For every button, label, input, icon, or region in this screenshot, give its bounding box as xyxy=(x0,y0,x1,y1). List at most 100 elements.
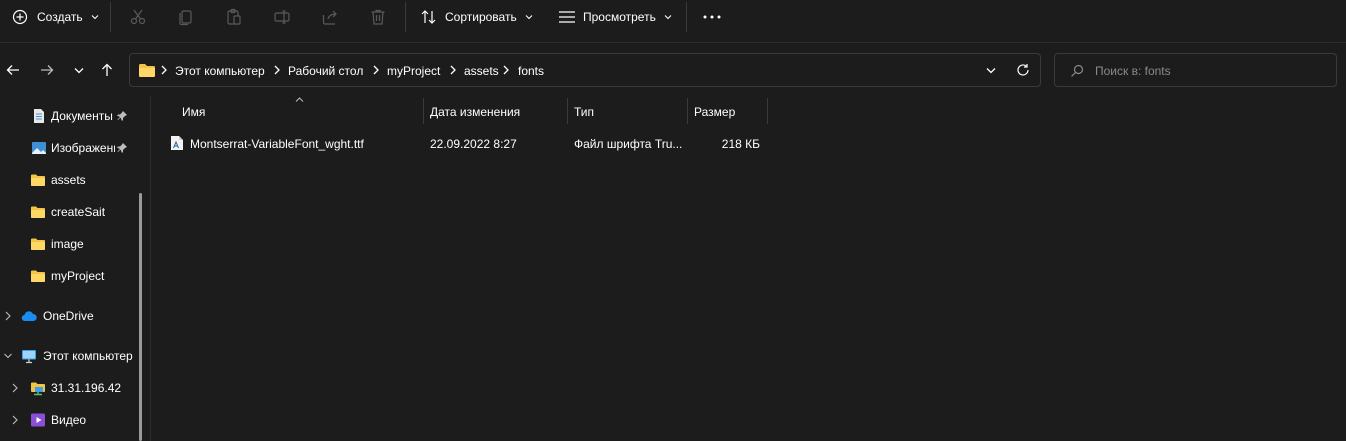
cloud-icon xyxy=(21,311,37,322)
paste-icon xyxy=(227,8,241,25)
chevron-down-icon[interactable] xyxy=(4,351,12,361)
recent-locations-button[interactable] xyxy=(67,58,91,82)
chevron-right-icon xyxy=(373,65,379,75)
chevron-right-icon xyxy=(450,65,456,75)
delete-icon xyxy=(371,9,385,25)
chevron-down-icon xyxy=(91,15,98,20)
breadcrumb-item[interactable]: assets xyxy=(464,64,499,78)
sidebar-item-label: OneDrive xyxy=(43,309,94,323)
pictures-icon xyxy=(32,142,46,154)
sidebar-item-onedrive[interactable]: OneDrive xyxy=(0,302,140,330)
view-label: Просмотреть xyxy=(583,10,656,24)
breadcrumb-item[interactable]: Этот компьютер xyxy=(175,64,265,78)
sidebar-item-myproject[interactable]: myProject xyxy=(0,262,140,290)
back-arrow-icon xyxy=(6,65,19,75)
cut-button[interactable] xyxy=(129,0,147,34)
sidebar-item-label: Изображения xyxy=(51,141,115,155)
folder-icon xyxy=(31,174,45,186)
sidebar-item-videos[interactable]: Видео xyxy=(0,406,140,434)
paste-button[interactable] xyxy=(225,0,243,34)
file-row[interactable]: Montserrat-VariableFont_wght.ttf 22.09.2… xyxy=(162,131,768,155)
copy-button[interactable] xyxy=(177,0,195,34)
copy-icon xyxy=(179,10,192,26)
up-arrow-icon xyxy=(102,63,112,76)
refresh-icon[interactable] xyxy=(1016,63,1030,77)
column-header-size[interactable]: Размер xyxy=(688,98,766,124)
sidebar-item-label: Этот компьютер xyxy=(43,349,133,363)
more-icon xyxy=(703,15,721,19)
column-header-label: Имя xyxy=(182,105,206,119)
delete-button[interactable] xyxy=(369,0,387,34)
sidebar-item-label: createSait xyxy=(51,205,106,219)
sidebar-item-label: 31.31.196.42 xyxy=(51,381,122,395)
chevron-right-icon xyxy=(161,65,167,75)
create-button[interactable]: Создать xyxy=(12,0,99,34)
toolbar-separator xyxy=(686,2,687,32)
breadcrumb-item[interactable]: Рабочий стол xyxy=(288,64,363,78)
sidebar-item-network-drive[interactable]: 31.31.196.42 xyxy=(0,374,140,402)
forward-arrow-icon xyxy=(41,65,54,75)
column-header-label: Дата изменения xyxy=(430,105,521,119)
font-file-icon xyxy=(171,136,183,150)
column-header-type[interactable]: Тип xyxy=(568,98,686,124)
chevron-down-icon xyxy=(664,15,672,20)
sidebar-item-this-pc[interactable]: Этот компьютер xyxy=(0,342,140,370)
column-header-label: Тип xyxy=(574,105,595,119)
column-separator[interactable] xyxy=(767,98,768,124)
search-icon xyxy=(1071,64,1084,77)
toolbar-separator xyxy=(405,2,406,32)
computer-icon xyxy=(22,350,36,364)
share-icon xyxy=(322,10,337,25)
document-icon xyxy=(34,109,44,123)
sidebar-item-pictures[interactable]: Изображения xyxy=(0,134,140,162)
pin-icon xyxy=(117,111,127,121)
rename-icon xyxy=(274,10,290,24)
toolbar-divider xyxy=(0,42,1346,43)
sidebar-item-assets[interactable]: assets xyxy=(0,166,140,194)
sidebar-item-label: assets xyxy=(51,173,86,187)
sort-icon xyxy=(421,10,436,24)
column-header-date[interactable]: Дата изменения xyxy=(424,98,566,124)
folder-icon xyxy=(31,270,45,282)
create-label: Создать xyxy=(37,10,83,24)
pane-divider[interactable] xyxy=(150,96,151,441)
sidebar-item-label: image xyxy=(51,237,84,251)
sidebar-item-createsait[interactable]: createSait xyxy=(0,198,140,226)
navigation-pane: Документы Изображения assets createSait xyxy=(0,96,150,441)
sidebar-item-image[interactable]: image xyxy=(0,230,140,258)
column-header-label: Размер xyxy=(694,105,736,119)
search-box[interactable]: Поиск в: fonts xyxy=(1054,53,1337,87)
chevron-right-icon[interactable] xyxy=(11,383,19,393)
pin-icon xyxy=(117,143,127,153)
sidebar-item-documents[interactable]: Документы xyxy=(0,102,140,130)
breadcrumb-item[interactable]: myProject xyxy=(387,64,440,78)
up-button[interactable] xyxy=(95,58,119,82)
chevron-right-icon[interactable] xyxy=(11,415,19,425)
chevron-right-icon[interactable] xyxy=(4,311,12,321)
search-placeholder: Поиск в: fonts xyxy=(1095,64,1171,78)
address-bar[interactable]: Этот компьютер Рабочий стол myProject as… xyxy=(129,53,1041,87)
forward-button[interactable] xyxy=(35,58,59,82)
column-header-name[interactable]: Имя xyxy=(162,98,422,124)
plus-circle-icon xyxy=(12,9,28,25)
breadcrumb-item[interactable]: fonts xyxy=(518,64,544,78)
chevron-right-icon xyxy=(503,65,509,75)
chevron-right-icon xyxy=(274,65,280,75)
file-name: Montserrat-VariableFont_wght.ttf xyxy=(190,137,364,151)
recent-chevron-icon xyxy=(74,67,84,73)
share-button[interactable] xyxy=(321,0,339,34)
view-button[interactable]: Просмотреть xyxy=(558,0,672,34)
sort-button[interactable]: Сортировать xyxy=(420,0,533,34)
back-button[interactable] xyxy=(1,58,25,82)
sidebar-item-label: myProject xyxy=(51,269,105,283)
view-icon xyxy=(559,11,575,23)
sort-label: Сортировать xyxy=(445,10,517,24)
video-icon xyxy=(31,413,45,427)
sidebar-item-label: Видео xyxy=(51,413,87,427)
address-history-chevron-icon[interactable] xyxy=(986,67,996,74)
file-type: Файл шрифта Tru... xyxy=(574,137,683,151)
rename-button[interactable] xyxy=(273,0,291,34)
navigation-pane-scrollbar[interactable] xyxy=(139,193,142,441)
folder-icon xyxy=(31,238,45,250)
more-options-button[interactable] xyxy=(703,0,721,34)
